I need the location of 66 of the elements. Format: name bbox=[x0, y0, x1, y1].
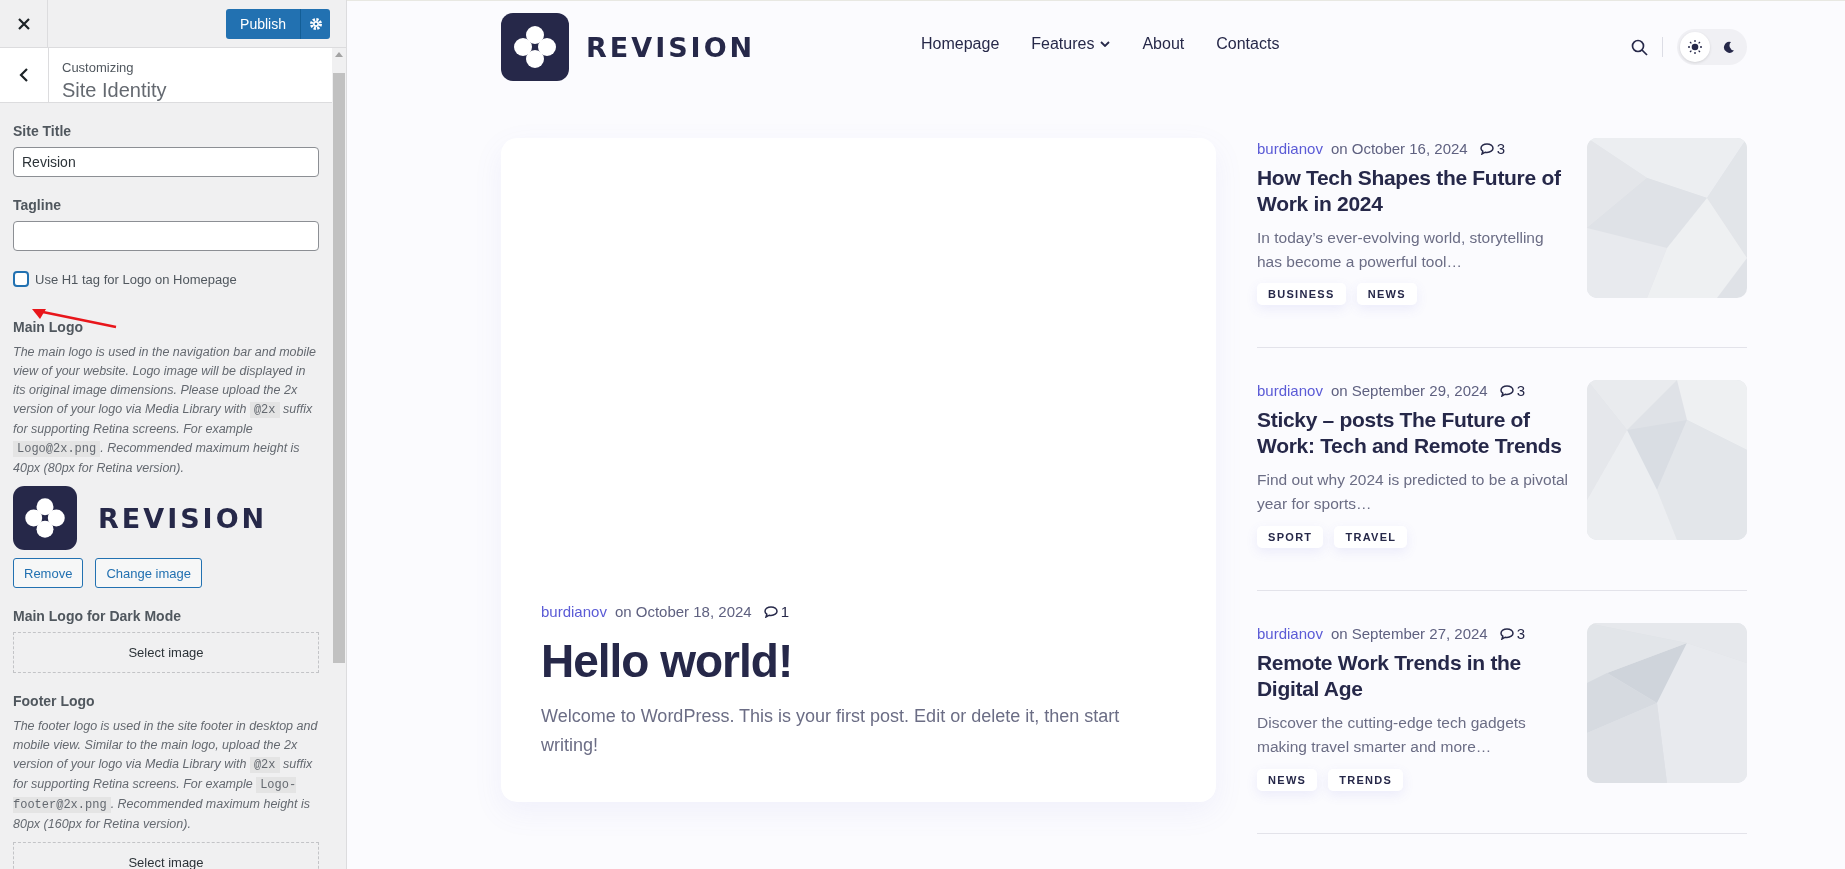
post-title[interactable]: Remote Work Trends in the Digital Age bbox=[1257, 650, 1569, 703]
author-link[interactable]: burdianov bbox=[1257, 382, 1323, 399]
logo-text: REVISION bbox=[98, 502, 268, 534]
checkbox[interactable] bbox=[13, 271, 29, 287]
comment-count: 3 bbox=[1516, 382, 1526, 399]
post-title[interactable]: Sticky – posts The Future of Work: Tech and Remote Trends bbox=[1257, 407, 1569, 460]
nav-link[interactable]: Homepage bbox=[921, 35, 1000, 53]
comment-icon bbox=[1499, 384, 1514, 397]
field-label: Tagline bbox=[13, 197, 62, 213]
post-excerpt: Discover the cutting-edge tech gadgets making travel smarter and more… bbox=[1257, 712, 1527, 758]
chevron-down-icon bbox=[1100, 41, 1111, 47]
theme-button[interactable] bbox=[1680, 32, 1710, 62]
post-date: on October 18, 2024 bbox=[614, 603, 752, 621]
post-date: on September 29, 2024 bbox=[1330, 382, 1488, 399]
select-image-button[interactable]: Select image bbox=[13, 842, 319, 869]
post-date: on October 16, 2024 bbox=[1330, 140, 1468, 157]
description-text: The main logo is used in the navigation bar and mobile view of your website. Logo image will be displayed in its original image dimensions. Please upload the 2x version of your logo via Media Library with @2x suffix for supporting Retina screens. For example Logo@2x.png . Recommended maximum height is 40px (80px for Retina version). bbox=[13, 344, 317, 477]
post-date: on September 27, 2024 bbox=[1330, 625, 1488, 642]
post-excerpt: Find out why 2024 is predicted to be a pivotal year for sports… bbox=[1257, 469, 1569, 515]
category-tag[interactable]: NEWS bbox=[1257, 769, 1318, 791]
nav-link[interactable]: About bbox=[1142, 35, 1185, 53]
field-label: Main Logo for Dark Mode bbox=[13, 608, 182, 624]
logo-text[interactable]: REVISION bbox=[586, 31, 756, 63]
breadcrumb: Customizing bbox=[62, 60, 135, 75]
category-tag[interactable]: TRENDS bbox=[1328, 769, 1404, 791]
field-label: Site Title bbox=[13, 123, 73, 139]
image-button[interactable]: Remove bbox=[13, 558, 84, 588]
category-tag[interactable]: BUSINESS bbox=[1257, 283, 1346, 305]
category-tag[interactable]: SPORT bbox=[1257, 526, 1324, 548]
author-link[interactable]: burdianov bbox=[1257, 140, 1323, 157]
image-button[interactable]: Change image bbox=[95, 558, 202, 588]
nav-link[interactable]: Features bbox=[1031, 35, 1111, 53]
author-link[interactable]: burdianov bbox=[1257, 625, 1323, 642]
post-excerpt: Welcome to WordPress. This is your first post. Edit or delete it, then start writing! bbox=[541, 705, 1121, 758]
scrollbar[interactable] bbox=[333, 73, 345, 663]
comment-count: 3 bbox=[1516, 625, 1526, 642]
comment-icon bbox=[1479, 142, 1494, 155]
scroll-up-icon bbox=[335, 52, 343, 57]
checkbox-label: Use H1 tag for Logo on Homepage bbox=[35, 271, 237, 287]
section-title: Site Identity bbox=[62, 79, 167, 102]
moon-icon bbox=[1723, 41, 1735, 53]
publish-button[interactable]: Publish bbox=[226, 8, 330, 39]
post-title[interactable]: How Tech Shapes the Future of Work in 2024 bbox=[1257, 165, 1569, 218]
comment-count: 3 bbox=[1496, 140, 1505, 157]
back-icon bbox=[19, 68, 29, 82]
settings-icon bbox=[308, 16, 323, 31]
category-tag[interactable]: TRAVEL bbox=[1334, 526, 1408, 548]
text-field[interactable]: Revision bbox=[13, 147, 319, 177]
logo-icon bbox=[501, 13, 569, 81]
select-image-button[interactable]: Select image bbox=[13, 632, 319, 673]
logo-icon bbox=[13, 486, 77, 550]
comment-count: 1 bbox=[780, 603, 789, 621]
comment-icon bbox=[763, 605, 778, 618]
field-label: Footer Logo bbox=[13, 693, 96, 709]
field-label: Main Logo bbox=[13, 319, 84, 335]
comment-icon bbox=[1499, 627, 1514, 640]
author-link[interactable]: burdianov bbox=[541, 603, 607, 621]
post-title[interactable]: Hello world! bbox=[541, 634, 1176, 689]
category-tag[interactable]: NEWS bbox=[1356, 283, 1417, 305]
description-text: The footer logo is used in the site footer in desktop and mobile view. Similar to the main logo, upload the 2x version of your logo via Media Library with @2x suffix for supporting Retina screens. For example Logo-footer@2x.png . Recommended maximum height is 80px (160px for Retina version). bbox=[13, 718, 319, 833]
post-excerpt: In today’s ever-evolving world, storytelling has become a powerful tool… bbox=[1257, 227, 1545, 273]
search-icon[interactable] bbox=[1631, 38, 1648, 56]
close-icon bbox=[17, 17, 30, 30]
sun-icon bbox=[1688, 40, 1702, 54]
nav-link[interactable]: Contacts bbox=[1216, 35, 1280, 53]
text-field[interactable] bbox=[13, 221, 319, 251]
